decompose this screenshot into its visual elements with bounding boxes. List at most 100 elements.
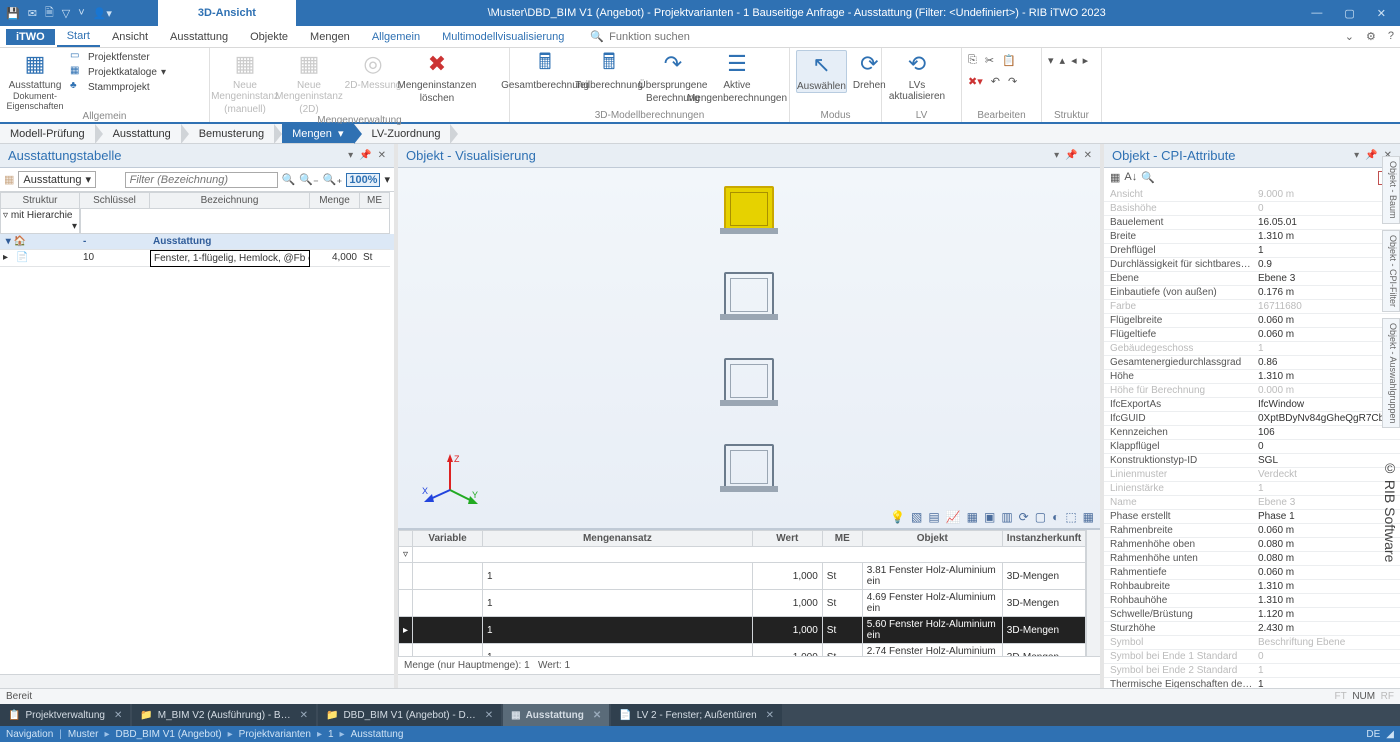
- pin2-icon[interactable]: 📌: [359, 150, 371, 161]
- vi10-icon[interactable]: ⬚: [1065, 510, 1076, 524]
- axis-gizmo[interactable]: ZYX: [420, 450, 480, 510]
- property-row[interactable]: Flügelbreite0.060 m: [1104, 314, 1400, 328]
- zoom-dd-icon[interactable]: ▾: [384, 173, 390, 186]
- property-row[interactable]: Rahmenhöhe oben0.080 m: [1104, 538, 1400, 552]
- vi5-icon[interactable]: ▣: [984, 510, 995, 524]
- drehen-button[interactable]: ⟳Drehen: [853, 50, 886, 91]
- stammprojekt-button[interactable]: ♣Stammprojekt: [70, 80, 166, 94]
- redo-icon[interactable]: ↷: [1008, 75, 1017, 88]
- table-row[interactable]: 11,000St4.69 Fenster Holz-Aluminium ein3…: [399, 590, 1086, 617]
- filter2-icon[interactable]: 🔍: [1141, 171, 1155, 185]
- tab-ausstattung[interactable]: Ausstattung: [160, 28, 238, 46]
- tab-start[interactable]: Start: [57, 27, 100, 47]
- vi8-icon[interactable]: ▢: [1035, 510, 1046, 524]
- bc-ausstattung[interactable]: Ausstattung: [103, 124, 181, 143]
- bc-lv-zuordnung[interactable]: LV-Zuordnung: [362, 124, 451, 143]
- property-row[interactable]: Breite1.310 m: [1104, 230, 1400, 244]
- doctab-dbdbim[interactable]: 📁 DBD_BIM V1 (Angebot) - D…✕: [318, 704, 501, 726]
- close-icon[interactable]: ✕: [114, 710, 122, 721]
- nav-1[interactable]: 1: [328, 729, 334, 740]
- bulb-icon[interactable]: 💡: [890, 510, 905, 524]
- ribbon-eigenschaften[interactable]: ▦ Ausstattung Dokument-Eigenschaften: [6, 50, 64, 111]
- down-icon[interactable]: ▾: [1048, 54, 1054, 67]
- property-row[interactable]: Rahmenhöhe unten0.080 m: [1104, 552, 1400, 566]
- doctab-ausstattung[interactable]: ▦ Ausstattung✕: [503, 704, 609, 726]
- bc-bemusterung[interactable]: Bemusterung: [189, 124, 274, 143]
- property-row[interactable]: Drehflügel1: [1104, 244, 1400, 258]
- resize-grip-icon[interactable]: ◢: [1386, 729, 1394, 740]
- vi3-icon[interactable]: 📈: [946, 510, 961, 524]
- close-button[interactable]: ✕: [1377, 7, 1386, 20]
- doctab-mbim[interactable]: 📁 M_BIM V2 (Ausführung) - B…✕: [132, 704, 316, 726]
- pin2-icon[interactable]: 📌: [1065, 150, 1077, 161]
- collapse-ribbon-icon[interactable]: ⌄: [1345, 30, 1354, 43]
- pin2-icon[interactable]: 📌: [1365, 150, 1377, 161]
- 3d-object[interactable]: [724, 444, 774, 490]
- tab-mmv[interactable]: Multimodellvisualisierung: [432, 28, 574, 46]
- delete-row-icon[interactable]: ✖▾: [968, 75, 983, 88]
- language-indicator[interactable]: DE: [1366, 729, 1380, 740]
- nav-aus[interactable]: Ausstattung: [351, 729, 404, 740]
- bc-modell-pruefung[interactable]: Modell-Prüfung: [0, 124, 95, 143]
- close-pane-icon[interactable]: ✕: [1084, 150, 1092, 161]
- property-row[interactable]: Rahmenbreite0.060 m: [1104, 524, 1400, 538]
- close-icon[interactable]: ✕: [593, 710, 601, 721]
- zoom-in-icon[interactable]: 🔍₊: [323, 173, 343, 186]
- 3d-viewport[interactable]: ZYX 💡▧▤📈▦▣▥⟳▢◐⬚▦: [398, 168, 1100, 528]
- nav-pv[interactable]: Projektvarianten: [239, 729, 311, 740]
- tab-ansicht[interactable]: Ansicht: [102, 28, 158, 46]
- left-icon[interactable]: ◂: [1071, 54, 1077, 67]
- property-row[interactable]: IfcGUID0XptBDyNv84gGheQgR7Cby: [1104, 412, 1400, 426]
- property-row[interactable]: Phase erstelltPhase 1: [1104, 510, 1400, 524]
- bezeichnung-cell-editing[interactable]: Fenster, 1-flügelig, Hemlock, @Fb cm / @…: [150, 250, 310, 267]
- tab-allgemein[interactable]: Allgemein: [362, 28, 430, 46]
- projektfenster-button[interactable]: ▭Projektfenster: [70, 50, 166, 64]
- help-icon[interactable]: ?: [1388, 30, 1394, 43]
- function-search-input[interactable]: [609, 31, 739, 43]
- property-row[interactable]: Bauelement16.05.01: [1104, 216, 1400, 230]
- right-icon[interactable]: ▸: [1083, 54, 1089, 67]
- tree-toggle-icon[interactable]: ▦: [4, 173, 14, 186]
- sort-icon[interactable]: A↓: [1124, 171, 1137, 185]
- chevron-down-icon[interactable]: ˅: [78, 7, 84, 19]
- close-icon[interactable]: ✕: [485, 710, 493, 721]
- 3d-object[interactable]: [724, 272, 774, 318]
- doctab-lv2[interactable]: 📄 LV 2 - Fenster; Außentüren✕: [611, 704, 782, 726]
- tab-mengen[interactable]: Mengen: [300, 28, 360, 46]
- hscroll-vars[interactable]: [398, 674, 1100, 688]
- property-row[interactable]: Rohbaubreite1.310 m: [1104, 580, 1400, 594]
- property-row[interactable]: Symbol bei Ende 2 Standard1: [1104, 664, 1400, 678]
- property-row[interactable]: SymbolBeschriftung Ebene: [1104, 636, 1400, 650]
- property-row[interactable]: Sturzhöhe2.430 m: [1104, 622, 1400, 636]
- sidetab-cpi-filter[interactable]: Objekt - CPI-Filter: [1382, 230, 1400, 312]
- category-icon[interactable]: ▦: [1110, 171, 1120, 185]
- up-icon[interactable]: ▴: [1060, 54, 1066, 67]
- page-icon[interactable]: 🗎: [45, 4, 54, 23]
- vscroll-vars[interactable]: [1086, 530, 1100, 656]
- property-row[interactable]: Ansicht9.000 m: [1104, 188, 1400, 202]
- nav-muster[interactable]: Muster: [68, 729, 99, 740]
- mail-icon[interactable]: ✉: [28, 7, 37, 20]
- vi9-icon[interactable]: ◐: [1052, 510, 1059, 524]
- aktive-mengenberechnungen[interactable]: ☰AktiveMengenberechnungen: [708, 50, 766, 104]
- table-row[interactable]: ▸11,000St5.60 Fenster Holz-Aluminium ein…: [399, 617, 1086, 644]
- 3d-object-selected[interactable]: [724, 186, 774, 232]
- tab-objekte[interactable]: Objekte: [240, 28, 298, 46]
- property-row[interactable]: Schwelle/Brüstung1.120 m: [1104, 608, 1400, 622]
- vi6-icon[interactable]: ▥: [1001, 510, 1012, 524]
- vi1-icon[interactable]: ▧: [911, 510, 922, 524]
- vi7-icon[interactable]: ⟳: [1019, 510, 1029, 524]
- mengeninstanzen-loeschen[interactable]: ✖Mengeninstanzenlöschen: [408, 50, 466, 104]
- pin-icon[interactable]: ▾: [348, 150, 353, 161]
- 3d-object[interactable]: [724, 358, 774, 404]
- table-row[interactable]: ▸ 📄 10 Fenster, 1-flügelig, Hemlock, @Fb…: [0, 250, 394, 267]
- property-row[interactable]: EbeneEbene 3: [1104, 272, 1400, 286]
- settings-icon[interactable]: ⚙: [1366, 30, 1376, 43]
- close-pane-icon[interactable]: ✕: [378, 150, 386, 161]
- property-row[interactable]: Einbautiefe (von außen)0.176 m: [1104, 286, 1400, 300]
- filter-icon[interactable]: ▽: [62, 7, 70, 20]
- property-row[interactable]: Höhe für Berechnung0.000 m: [1104, 384, 1400, 398]
- zoom-level[interactable]: 100%: [346, 173, 380, 187]
- close-icon[interactable]: ✕: [766, 710, 774, 721]
- ausstattung-dropdown[interactable]: Ausstattung▾: [18, 171, 96, 188]
